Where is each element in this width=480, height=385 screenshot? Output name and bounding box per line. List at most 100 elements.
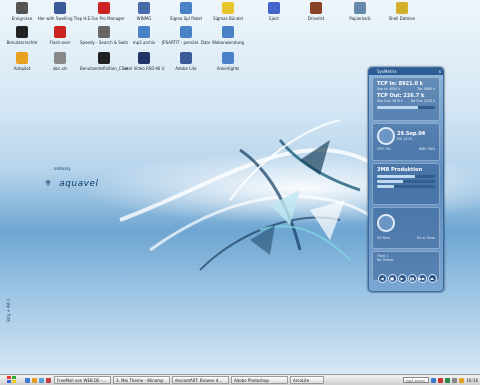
media-icon[interactable] xyxy=(46,377,51,383)
clock-panel: 29.Sep.04 MO 14:31 CPU: 4% RAM: 58% xyxy=(372,123,440,161)
messenger-icon[interactable] xyxy=(459,377,465,383)
network-meter xyxy=(377,106,418,109)
desktop-icon[interactable]: Sigma Spl Paket xyxy=(162,2,210,21)
network-panel: TCP In: 8921.0 k Sep In: 4050 k Tot: 569… xyxy=(372,77,440,121)
desktop-icon-label: Intel Video RSO-NI U xyxy=(123,66,165,71)
folder-icon xyxy=(180,2,192,14)
desktop-icon[interactable] xyxy=(39,377,44,383)
usage-bar xyxy=(377,185,435,188)
taskbar-button[interactable]: deviantART: Browse d... xyxy=(172,376,229,384)
widget-title: SysMetrix xyxy=(377,69,397,74)
system-tray: mp3 archiv 16:16 xyxy=(403,376,478,384)
desktop-icon[interactable]: Shell Dateien xyxy=(378,2,426,21)
network-icon[interactable] xyxy=(431,377,437,383)
desktop-icon-label: Eject xyxy=(269,16,279,21)
app-icon xyxy=(98,26,110,38)
desktop-icon[interactable]: JPSARTIT - persönl. Dateien xyxy=(162,26,210,45)
desktop-icon[interactable]: Ankerlights xyxy=(204,52,252,71)
media-button[interactable]: ▶▶ xyxy=(417,274,427,283)
media-button[interactable]: ■ xyxy=(387,274,397,283)
usage-bar xyxy=(377,175,435,178)
desktop-icon-label: Drivelist xyxy=(307,16,325,21)
shortcut-icon xyxy=(54,2,66,14)
desktop-icon-label: JPSARTIT - persönl. Dateien xyxy=(162,40,210,45)
desktop-icon[interactable]: mp3 archiv xyxy=(120,26,168,45)
media-button[interactable]: ▮▮ xyxy=(407,274,417,283)
shortcut-icon xyxy=(16,2,28,14)
shortcut-icon xyxy=(98,2,110,14)
desktop-icon-label: abc.xls xyxy=(52,66,68,71)
tcp-in-total: Tot: 5690 k xyxy=(417,87,435,91)
app-icon xyxy=(222,52,234,64)
service-panel: 3MB Produktion xyxy=(372,163,440,205)
task-list: FreeMail von WEB.DE -... 3. Mai Theme - W… xyxy=(54,376,326,384)
app-icon xyxy=(138,52,150,64)
desktop-icon[interactable]: Flash-over xyxy=(36,26,84,45)
desktop-icon[interactable]: WINMG xyxy=(120,2,168,21)
security-icon[interactable] xyxy=(438,377,444,383)
desktop-icon[interactable]: Webanwendung xyxy=(204,26,252,45)
folder-icon[interactable] xyxy=(32,377,37,383)
cpu-readout: CPU: 4% xyxy=(377,147,391,151)
desktop-icon-label: Webanwendung xyxy=(211,40,245,45)
sysmetrix-widget[interactable]: SysMetrix x TCP In: 8921.0 k Sep In: 405… xyxy=(368,67,444,292)
browser-icon[interactable] xyxy=(25,377,30,383)
desktop-icon[interactable]: Papierkorb xyxy=(336,2,384,21)
taskbar: FreeMail von WEB.DE -... 3. Mai Theme - W… xyxy=(0,374,480,385)
brand-logo: ordinary ⚜ aquavel xyxy=(44,166,98,190)
close-icon[interactable]: x xyxy=(439,68,441,75)
clock[interactable]: 16:16 xyxy=(466,378,478,383)
folder-icon xyxy=(222,26,234,38)
start-button[interactable] xyxy=(2,376,22,384)
search-input[interactable]: mp3 archiv xyxy=(403,377,430,383)
widget-titlebar[interactable]: SysMetrix x xyxy=(369,68,443,75)
tcp-out-sep: Sep Out: 3870 k xyxy=(377,99,403,103)
shortcut-icon xyxy=(98,52,110,64)
usage-bar-fill xyxy=(377,175,415,178)
taskbar-button[interactable]: Adobe Photoshop xyxy=(231,376,288,384)
windows-logo-icon xyxy=(7,376,16,383)
shortcut-icon xyxy=(16,26,28,38)
desktop-icon[interactable]: Intel Video RSO-NI U xyxy=(120,52,168,71)
media-button[interactable]: ▶ xyxy=(397,274,407,283)
desktop-icon[interactable]: Drivelist xyxy=(292,2,340,21)
taskbar-button[interactable]: ArcoLite xyxy=(290,376,324,384)
app-icon xyxy=(268,2,280,14)
file-icon xyxy=(54,52,66,64)
app-icon xyxy=(54,26,66,38)
folder-icon xyxy=(396,2,408,14)
ram-readout: RAM: 58% xyxy=(418,147,435,151)
desktop-icon-label: Sigma Spl Paket xyxy=(169,16,203,21)
brand-small-text: ordinary xyxy=(54,166,71,171)
app-icon xyxy=(310,2,322,14)
desktop-icon[interactable]: Her with Swelling Trap xyxy=(36,2,84,21)
desktop-icon-label: Sigmas Bündel xyxy=(213,16,243,21)
time-display: MO 14:31 xyxy=(397,137,413,141)
service-name: 3MB Produktion xyxy=(377,167,423,173)
media-button[interactable]: ⏏ xyxy=(427,274,437,283)
disk-c-label: CD Rom xyxy=(377,236,390,240)
media-panel[interactable]: Track 1 No Theme ◀ ■ ▶ ▮▮ ▶▶ ⏏ xyxy=(372,251,440,283)
media-button[interactable]: ◀ xyxy=(377,274,387,283)
drive-icon xyxy=(377,214,395,232)
folder-icon xyxy=(180,26,192,38)
update-icon[interactable] xyxy=(445,377,451,383)
desktop-icon[interactable]: Eject xyxy=(250,2,298,21)
folder-icon xyxy=(222,2,234,14)
usage-bars xyxy=(373,175,439,188)
taskbar-button[interactable]: 3. Mai Theme - Winamp xyxy=(113,376,170,384)
clock-icon xyxy=(377,127,395,145)
taskbar-button[interactable]: FreeMail von WEB.DE -... xyxy=(54,376,111,384)
usage-bar xyxy=(377,180,435,183)
desktop-icon[interactable]: Adobe Lite xyxy=(162,52,210,71)
desktop-icon-label: mp3 archiv xyxy=(132,40,156,45)
disk-panel: CD Rom 3% In Trash xyxy=(372,207,440,249)
usage-bar-fill xyxy=(377,180,404,183)
desktop-icon[interactable]: Sigmas Bündel xyxy=(204,2,252,21)
desktop-icon-label: Shell Dateien xyxy=(388,16,416,21)
desktop-icon-label: Her with Swelling Trap xyxy=(37,16,83,21)
desktop-icon-label: Flash-over xyxy=(49,40,71,45)
desktop-icon-label: Papierkorb xyxy=(349,16,371,21)
desktop-icon[interactable]: abc.xls xyxy=(36,52,84,71)
volume-icon[interactable] xyxy=(452,377,458,383)
